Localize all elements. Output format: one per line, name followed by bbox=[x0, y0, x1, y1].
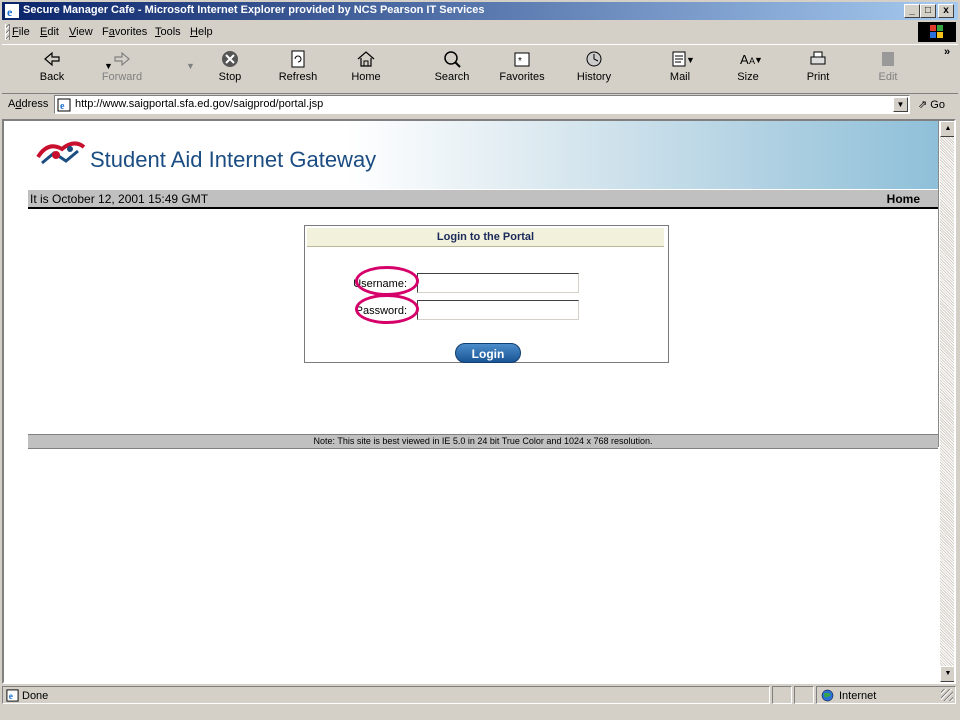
favorites-icon: * bbox=[514, 52, 530, 67]
site-banner: Student Aid Internet Gateway bbox=[28, 121, 938, 189]
refresh-button[interactable]: Refresh bbox=[268, 49, 328, 83]
address-url: http://www.saigportal.sfa.ed.gov/saigpro… bbox=[75, 98, 324, 110]
ie-logo-icon: e bbox=[5, 4, 19, 18]
windows-throbber-icon bbox=[918, 22, 956, 42]
status-main: e Done bbox=[2, 686, 770, 704]
username-input[interactable] bbox=[418, 274, 576, 292]
status-text: Done bbox=[22, 690, 49, 702]
menu-bar: File Edit View Favorites Tools Help bbox=[2, 22, 912, 42]
maximize-button[interactable]: □ bbox=[920, 4, 936, 18]
forward-dropdown-icon[interactable]: ▼ bbox=[186, 61, 195, 71]
login-heading: Login to the Portal bbox=[307, 228, 664, 247]
date-text: It is October 12, 2001 15:49 GMT bbox=[30, 192, 209, 206]
go-button[interactable]: ⇗ Go bbox=[918, 98, 945, 111]
status-cell-1 bbox=[772, 686, 792, 704]
menu-file[interactable]: File bbox=[12, 26, 30, 38]
resolution-note: Note: This site is best viewed in IE 5.0… bbox=[28, 434, 938, 449]
address-input[interactable]: e http://www.saigportal.sfa.ed.gov/saigp… bbox=[54, 95, 910, 114]
browser-window: e Secure Manager Cafe - Microsoft Intern… bbox=[0, 0, 960, 720]
home-button[interactable]: Home bbox=[336, 49, 396, 83]
zone-text: Internet bbox=[839, 690, 877, 702]
svg-text:e: e bbox=[60, 101, 65, 112]
title-bar[interactable]: e Secure Manager Cafe - Microsoft Intern… bbox=[2, 2, 958, 20]
address-dropdown-icon[interactable]: ▼ bbox=[893, 97, 908, 112]
mail-dropdown-icon[interactable]: ▼ bbox=[686, 55, 695, 65]
forward-button[interactable]: Forward bbox=[92, 49, 152, 83]
menu-favorites[interactable]: Favorites bbox=[102, 26, 147, 38]
date-bar: It is October 12, 2001 15:49 GMT Home bbox=[28, 189, 938, 209]
password-input[interactable] bbox=[418, 301, 576, 319]
login-button[interactable]: Login bbox=[455, 343, 521, 363]
printer-icon bbox=[810, 51, 826, 65]
menu-tools[interactable]: Tools bbox=[155, 26, 181, 38]
page-viewport: Student Aid Internet Gateway It is Octob… bbox=[2, 119, 956, 684]
address-label: Address bbox=[8, 98, 49, 110]
close-button[interactable]: x bbox=[938, 4, 954, 18]
menu-edit[interactable]: Edit bbox=[40, 26, 59, 38]
svg-text:*: * bbox=[518, 56, 522, 67]
stop-icon bbox=[222, 51, 238, 67]
home-link[interactable]: Home bbox=[887, 192, 920, 206]
home-icon bbox=[357, 51, 375, 67]
annotation-circle-password bbox=[355, 294, 419, 324]
window-title: Secure Manager Cafe - Microsoft Internet… bbox=[23, 4, 485, 16]
svg-text:e: e bbox=[9, 692, 13, 702]
search-button[interactable]: Search bbox=[422, 49, 482, 83]
mail-button[interactable]: Mail bbox=[650, 49, 710, 83]
login-panel: Login to the Portal Username: Password: … bbox=[304, 225, 669, 363]
edit-icon bbox=[882, 52, 894, 66]
site-title: Student Aid Internet Gateway bbox=[90, 147, 377, 172]
page-content: Student Aid Internet Gateway It is Octob… bbox=[28, 121, 939, 449]
annotation-circle-username bbox=[355, 266, 419, 296]
status-bar: e Done Internet bbox=[2, 686, 958, 706]
back-button[interactable]: Back bbox=[22, 49, 82, 83]
size-button[interactable]: AA Size bbox=[718, 49, 778, 83]
menu-help[interactable]: Help bbox=[190, 26, 213, 38]
page-done-icon: e bbox=[6, 689, 19, 702]
svg-text:e: e bbox=[7, 5, 13, 18]
address-bar: Address e http://www.saigportal.sfa.ed.g… bbox=[2, 94, 958, 116]
stop-button[interactable]: Stop bbox=[200, 49, 260, 83]
internet-globe-icon bbox=[821, 689, 834, 702]
status-zone: Internet bbox=[816, 686, 956, 704]
svg-text:A: A bbox=[740, 52, 749, 67]
standard-toolbar: Back ▼ Forward ▼ Stop Refresh Home Searc… bbox=[2, 44, 958, 94]
resize-grip-icon[interactable] bbox=[941, 689, 953, 701]
history-button[interactable]: History bbox=[564, 49, 624, 83]
menu-grip bbox=[5, 24, 10, 40]
search-icon bbox=[444, 51, 461, 68]
refresh-icon bbox=[291, 50, 305, 68]
scroll-up-icon[interactable]: ▲ bbox=[940, 121, 954, 137]
minimize-button[interactable]: _ bbox=[904, 4, 920, 18]
history-icon bbox=[586, 51, 602, 67]
toolbar-more-icon[interactable]: » bbox=[944, 46, 950, 58]
status-cell-2 bbox=[794, 686, 814, 704]
vertical-scrollbar[interactable]: ▲ ▼ bbox=[940, 121, 954, 682]
print-button[interactable]: Print bbox=[788, 49, 848, 83]
go-arrow-icon: ⇗ bbox=[918, 99, 928, 111]
password-field[interactable] bbox=[417, 300, 579, 320]
favorites-button[interactable]: * Favorites bbox=[492, 49, 552, 83]
back-arrow-icon bbox=[44, 51, 60, 67]
username-field[interactable] bbox=[417, 273, 579, 293]
sfa-logo-icon bbox=[36, 141, 86, 165]
scroll-down-icon[interactable]: ▼ bbox=[940, 666, 954, 682]
forward-arrow-icon bbox=[114, 51, 130, 67]
menu-view[interactable]: View bbox=[69, 26, 93, 38]
page-icon: e bbox=[57, 98, 71, 112]
edit-button[interactable]: Edit bbox=[858, 49, 918, 83]
size-dropdown-icon[interactable]: ▼ bbox=[754, 55, 763, 65]
